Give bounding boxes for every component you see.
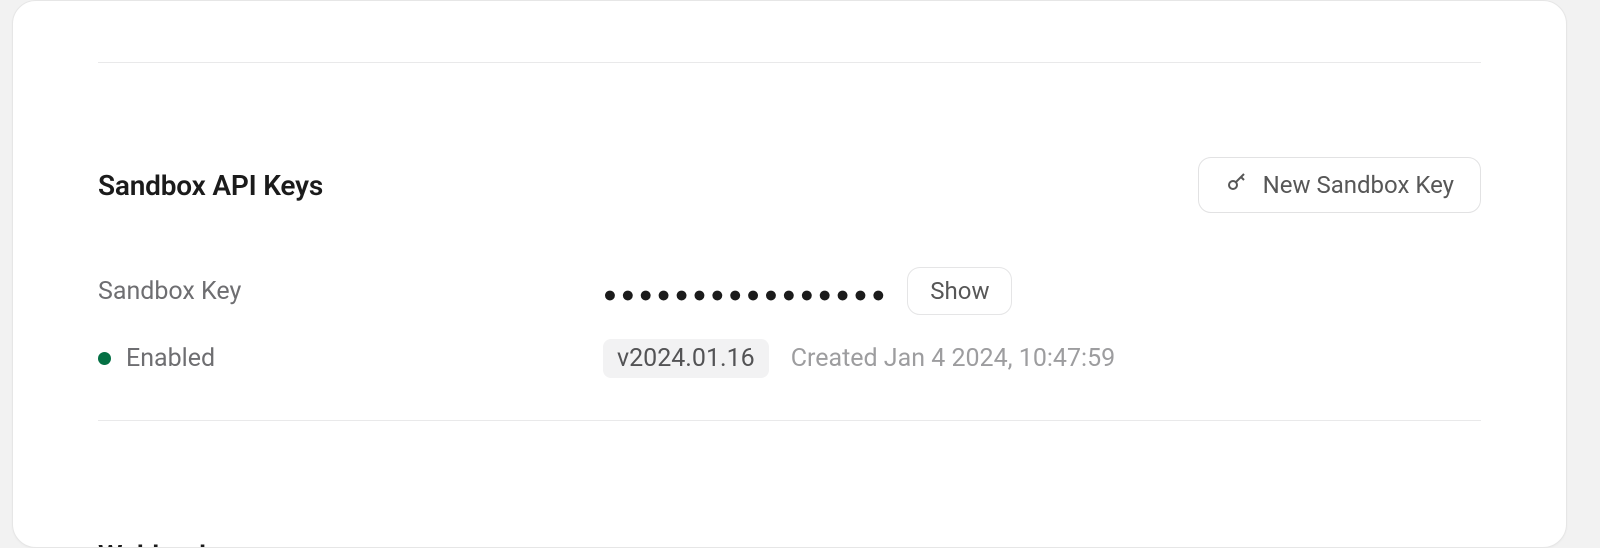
show-key-button[interactable]: Show	[907, 267, 1012, 315]
created-timestamp: Created Jan 4 2024, 10:47:59	[791, 344, 1116, 373]
new-sandbox-key-button[interactable]: New Sandbox Key	[1198, 157, 1481, 213]
divider	[98, 420, 1481, 421]
key-row: Sandbox Key ●●●●●●●●●●●●●●●● Show	[98, 267, 1481, 315]
section-header: Sandbox API Keys New Sandbox Key	[98, 157, 1481, 213]
key-label: Sandbox Key	[98, 277, 603, 306]
section-title: Sandbox API Keys	[98, 169, 323, 202]
content-wrapper: Sandbox API Keys New Sandbox Key Sandbox…	[13, 62, 1566, 548]
settings-card: Sandbox API Keys New Sandbox Key Sandbox…	[12, 0, 1567, 548]
new-sandbox-key-label: New Sandbox Key	[1263, 171, 1454, 199]
masked-key-value: ●●●●●●●●●●●●●●●●	[603, 281, 889, 308]
key-value-group: ●●●●●●●●●●●●●●●● Show	[603, 267, 1012, 315]
status-group: Enabled	[98, 344, 603, 373]
status-text: Enabled	[126, 344, 215, 373]
divider	[98, 62, 1481, 63]
key-icon	[1225, 170, 1249, 200]
key-meta-row: Enabled v2024.01.16 Created Jan 4 2024, …	[98, 339, 1481, 378]
version-badge: v2024.01.16	[603, 339, 769, 378]
status-indicator-dot	[98, 352, 111, 365]
webhooks-section-title: Webhooks	[98, 539, 1481, 548]
